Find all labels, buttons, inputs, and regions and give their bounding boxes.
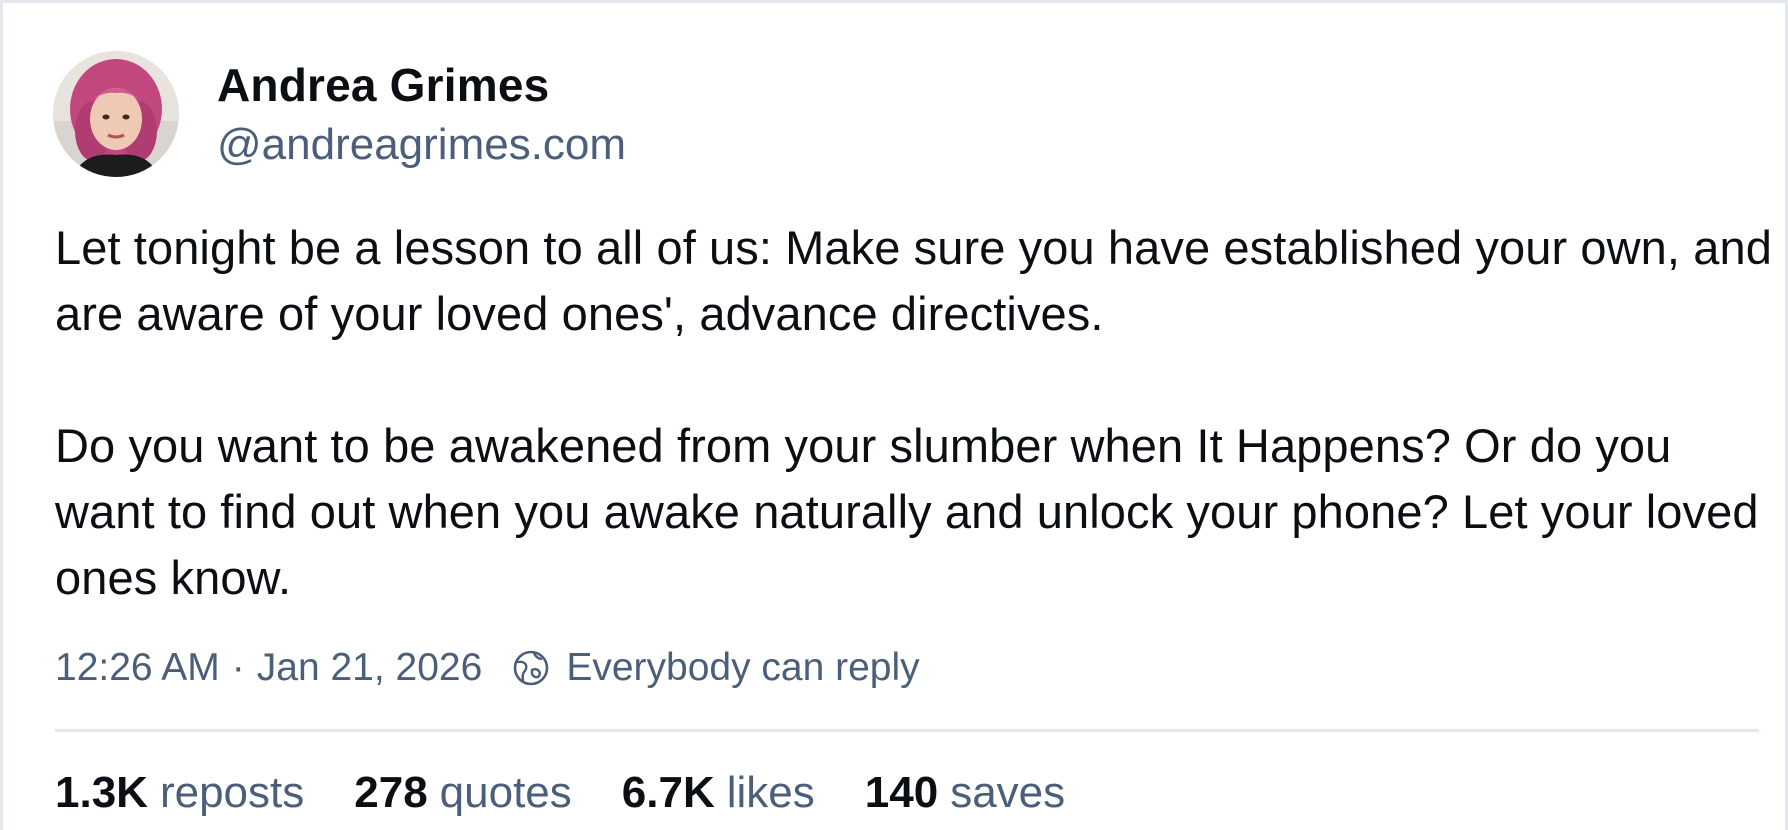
avatar-image xyxy=(53,51,179,177)
engagement-stats: 1.3K reposts 278 quotes 6.7K likes 140 saves xyxy=(55,765,1115,821)
quotes-label: quotes xyxy=(439,768,572,817)
reposts-label: reposts xyxy=(159,768,305,817)
reply-setting[interactable]: Everybody can reply xyxy=(566,643,919,693)
stat-likes[interactable]: 6.7K likes xyxy=(622,765,815,821)
divider xyxy=(55,729,1759,732)
saves-count: 140 xyxy=(864,768,939,817)
author-display-name[interactable]: Andrea Grimes xyxy=(217,57,626,113)
post-date[interactable]: Jan 21, 2026 xyxy=(257,643,483,693)
saves-label: saves xyxy=(950,768,1066,817)
post-header: Andrea Grimes @andreagrimes.com xyxy=(53,51,626,177)
likes-count: 6.7K xyxy=(621,768,715,817)
author-names: Andrea Grimes @andreagrimes.com xyxy=(217,57,626,175)
meta-separator: · xyxy=(231,646,245,689)
post-time[interactable]: 12:26 AM xyxy=(55,643,220,693)
avatar[interactable] xyxy=(53,51,179,177)
stat-reposts[interactable]: 1.3K reposts xyxy=(55,765,304,821)
post-meta: 12:26 AM · Jan 21, 2026 Everybody can re… xyxy=(55,643,920,693)
post-text: Let tonight be a lesson to all of us: Ma… xyxy=(55,221,1772,604)
likes-label: likes xyxy=(726,768,815,817)
stat-saves[interactable]: 140 saves xyxy=(865,765,1065,821)
post-card: Andrea Grimes @andreagrimes.com Let toni… xyxy=(0,0,1788,830)
globe-icon xyxy=(512,649,550,687)
stat-quotes[interactable]: 278 quotes xyxy=(354,765,572,821)
reposts-count: 1.3K xyxy=(55,768,148,817)
quotes-count: 278 xyxy=(354,768,428,817)
author-handle[interactable]: @andreagrimes.com xyxy=(217,115,626,175)
